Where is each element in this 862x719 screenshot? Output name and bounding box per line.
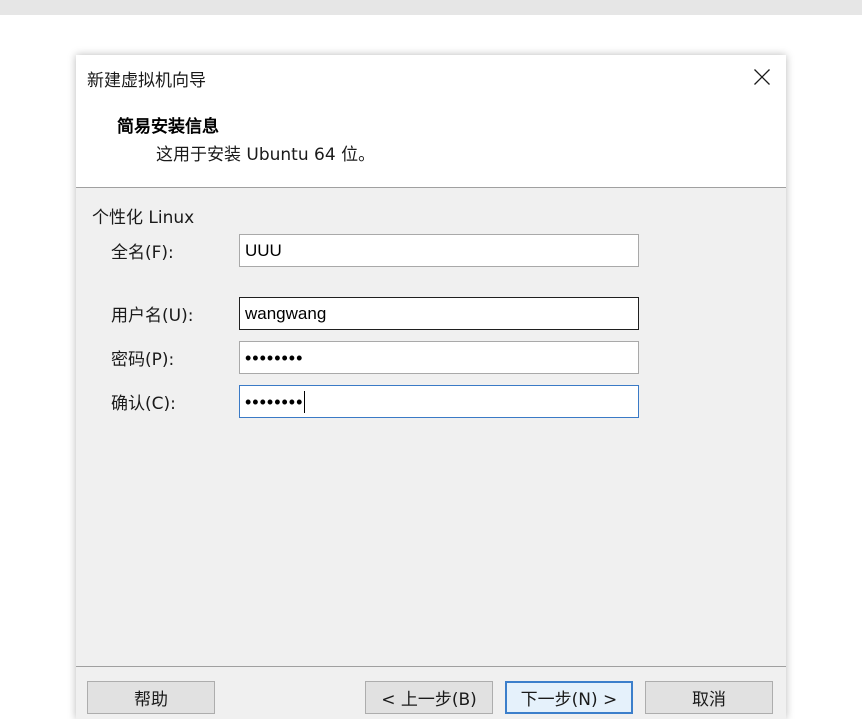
next-button[interactable]: 下一步(N) > (505, 681, 633, 714)
cancel-button[interactable]: 取消 (645, 681, 773, 714)
confirm-password-field[interactable]: •••••••• (239, 385, 639, 418)
confirm-value: •••••••• (245, 391, 304, 412)
close-button[interactable] (744, 59, 780, 95)
footer-divider (76, 666, 786, 667)
password-field[interactable]: •••••••• (239, 341, 639, 374)
close-icon (754, 69, 770, 85)
personalize-group-title: 个性化 Linux (92, 208, 195, 228)
wizard-header: 简易安装信息 这用于安装 Ubuntu 64 位。 (76, 99, 786, 188)
fullname-value: UUU (245, 240, 282, 260)
page-subtitle: 这用于安装 Ubuntu 64 位。 (156, 145, 376, 165)
help-button[interactable]: 帮助 (87, 681, 215, 714)
fullname-label: 全名(F): (111, 243, 174, 263)
username-value: wangwang (245, 303, 327, 323)
fullname-field[interactable]: UUU (239, 234, 639, 267)
password-label: 密码(P): (111, 350, 175, 370)
username-label: 用户名(U): (111, 306, 194, 326)
text-caret (304, 390, 306, 413)
window-title: 新建虚拟机向导 (87, 71, 206, 91)
page-title: 简易安装信息 (117, 117, 219, 137)
password-value: •••••••• (245, 347, 304, 368)
username-field[interactable]: wangwang (239, 297, 639, 330)
back-button[interactable]: < 上一步(B) (365, 681, 493, 714)
background-window-strip (0, 0, 862, 15)
title-bar: 新建虚拟机向导 (76, 55, 786, 99)
new-vm-wizard-dialog: 新建虚拟机向导 简易安装信息 这用于安装 Ubuntu 64 位。 个性化 Li… (76, 55, 786, 719)
confirm-label: 确认(C): (111, 394, 176, 414)
